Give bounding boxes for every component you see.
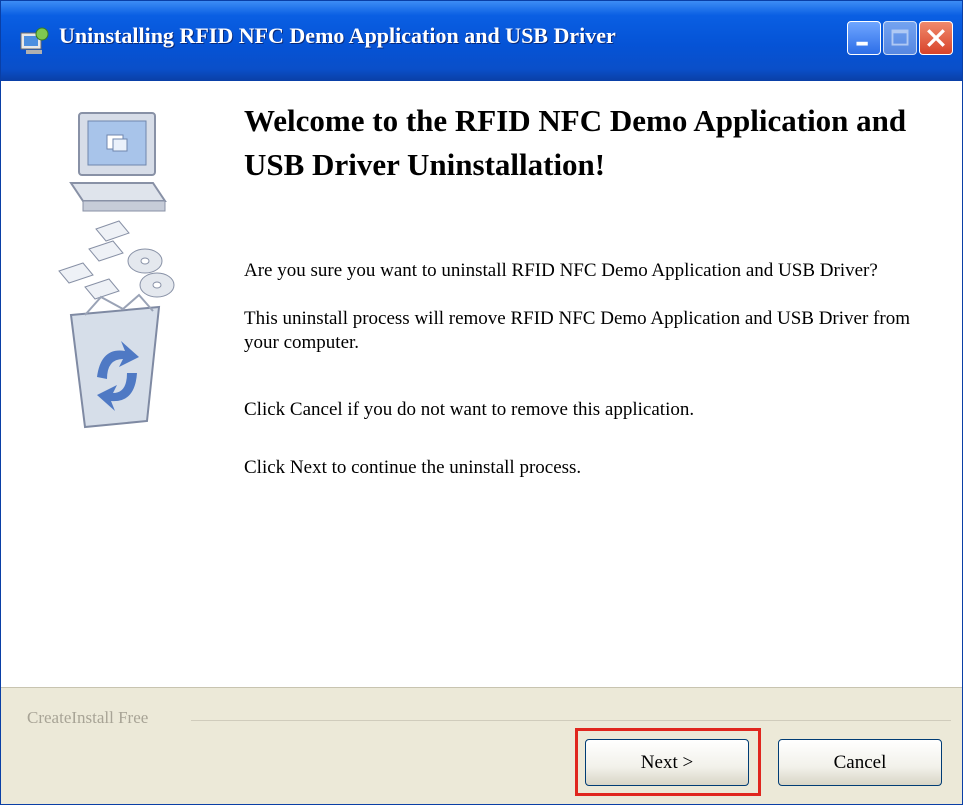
- uninstall-window: Uninstalling RFID NFC Demo Application a…: [0, 0, 963, 805]
- close-button[interactable]: [919, 21, 953, 55]
- next-hint: Click Next to continue the uninstall pro…: [244, 457, 582, 478]
- computer-icon: [69, 112, 167, 212]
- divider: [191, 720, 951, 721]
- button-bar: CreateInstall Free Next > Cancel: [1, 687, 962, 804]
- welcome-heading: Welcome to the RFID NFC Demo Application…: [244, 103, 907, 182]
- floppy-disk-icon: [58, 220, 130, 300]
- maximize-icon: [891, 29, 909, 46]
- uninstall-illustration: [58, 112, 175, 429]
- minimize-icon: [856, 41, 868, 46]
- title-bar[interactable]: Uninstalling RFID NFC Demo Application a…: [1, 1, 962, 81]
- confirm-paragraph: Are you sure you want to uninstall RFID …: [244, 260, 878, 281]
- brand-label: CreateInstall Free: [27, 708, 149, 727]
- process-paragraph: This uninstall process will remove RFID …: [244, 308, 910, 353]
- minimize-button[interactable]: [847, 21, 881, 55]
- window-title: Uninstalling RFID NFC Demo Application a…: [59, 23, 616, 48]
- next-button[interactable]: Next >: [585, 739, 749, 786]
- maximize-button[interactable]: [883, 21, 917, 55]
- cancel-button[interactable]: Cancel: [778, 739, 942, 786]
- close-icon: [927, 29, 945, 47]
- recycle-bin-icon: [69, 293, 161, 429]
- installer-icon: [20, 27, 49, 54]
- cancel-hint: Click Cancel if you do not want to remov…: [244, 399, 695, 420]
- cd-icon: [127, 248, 175, 298]
